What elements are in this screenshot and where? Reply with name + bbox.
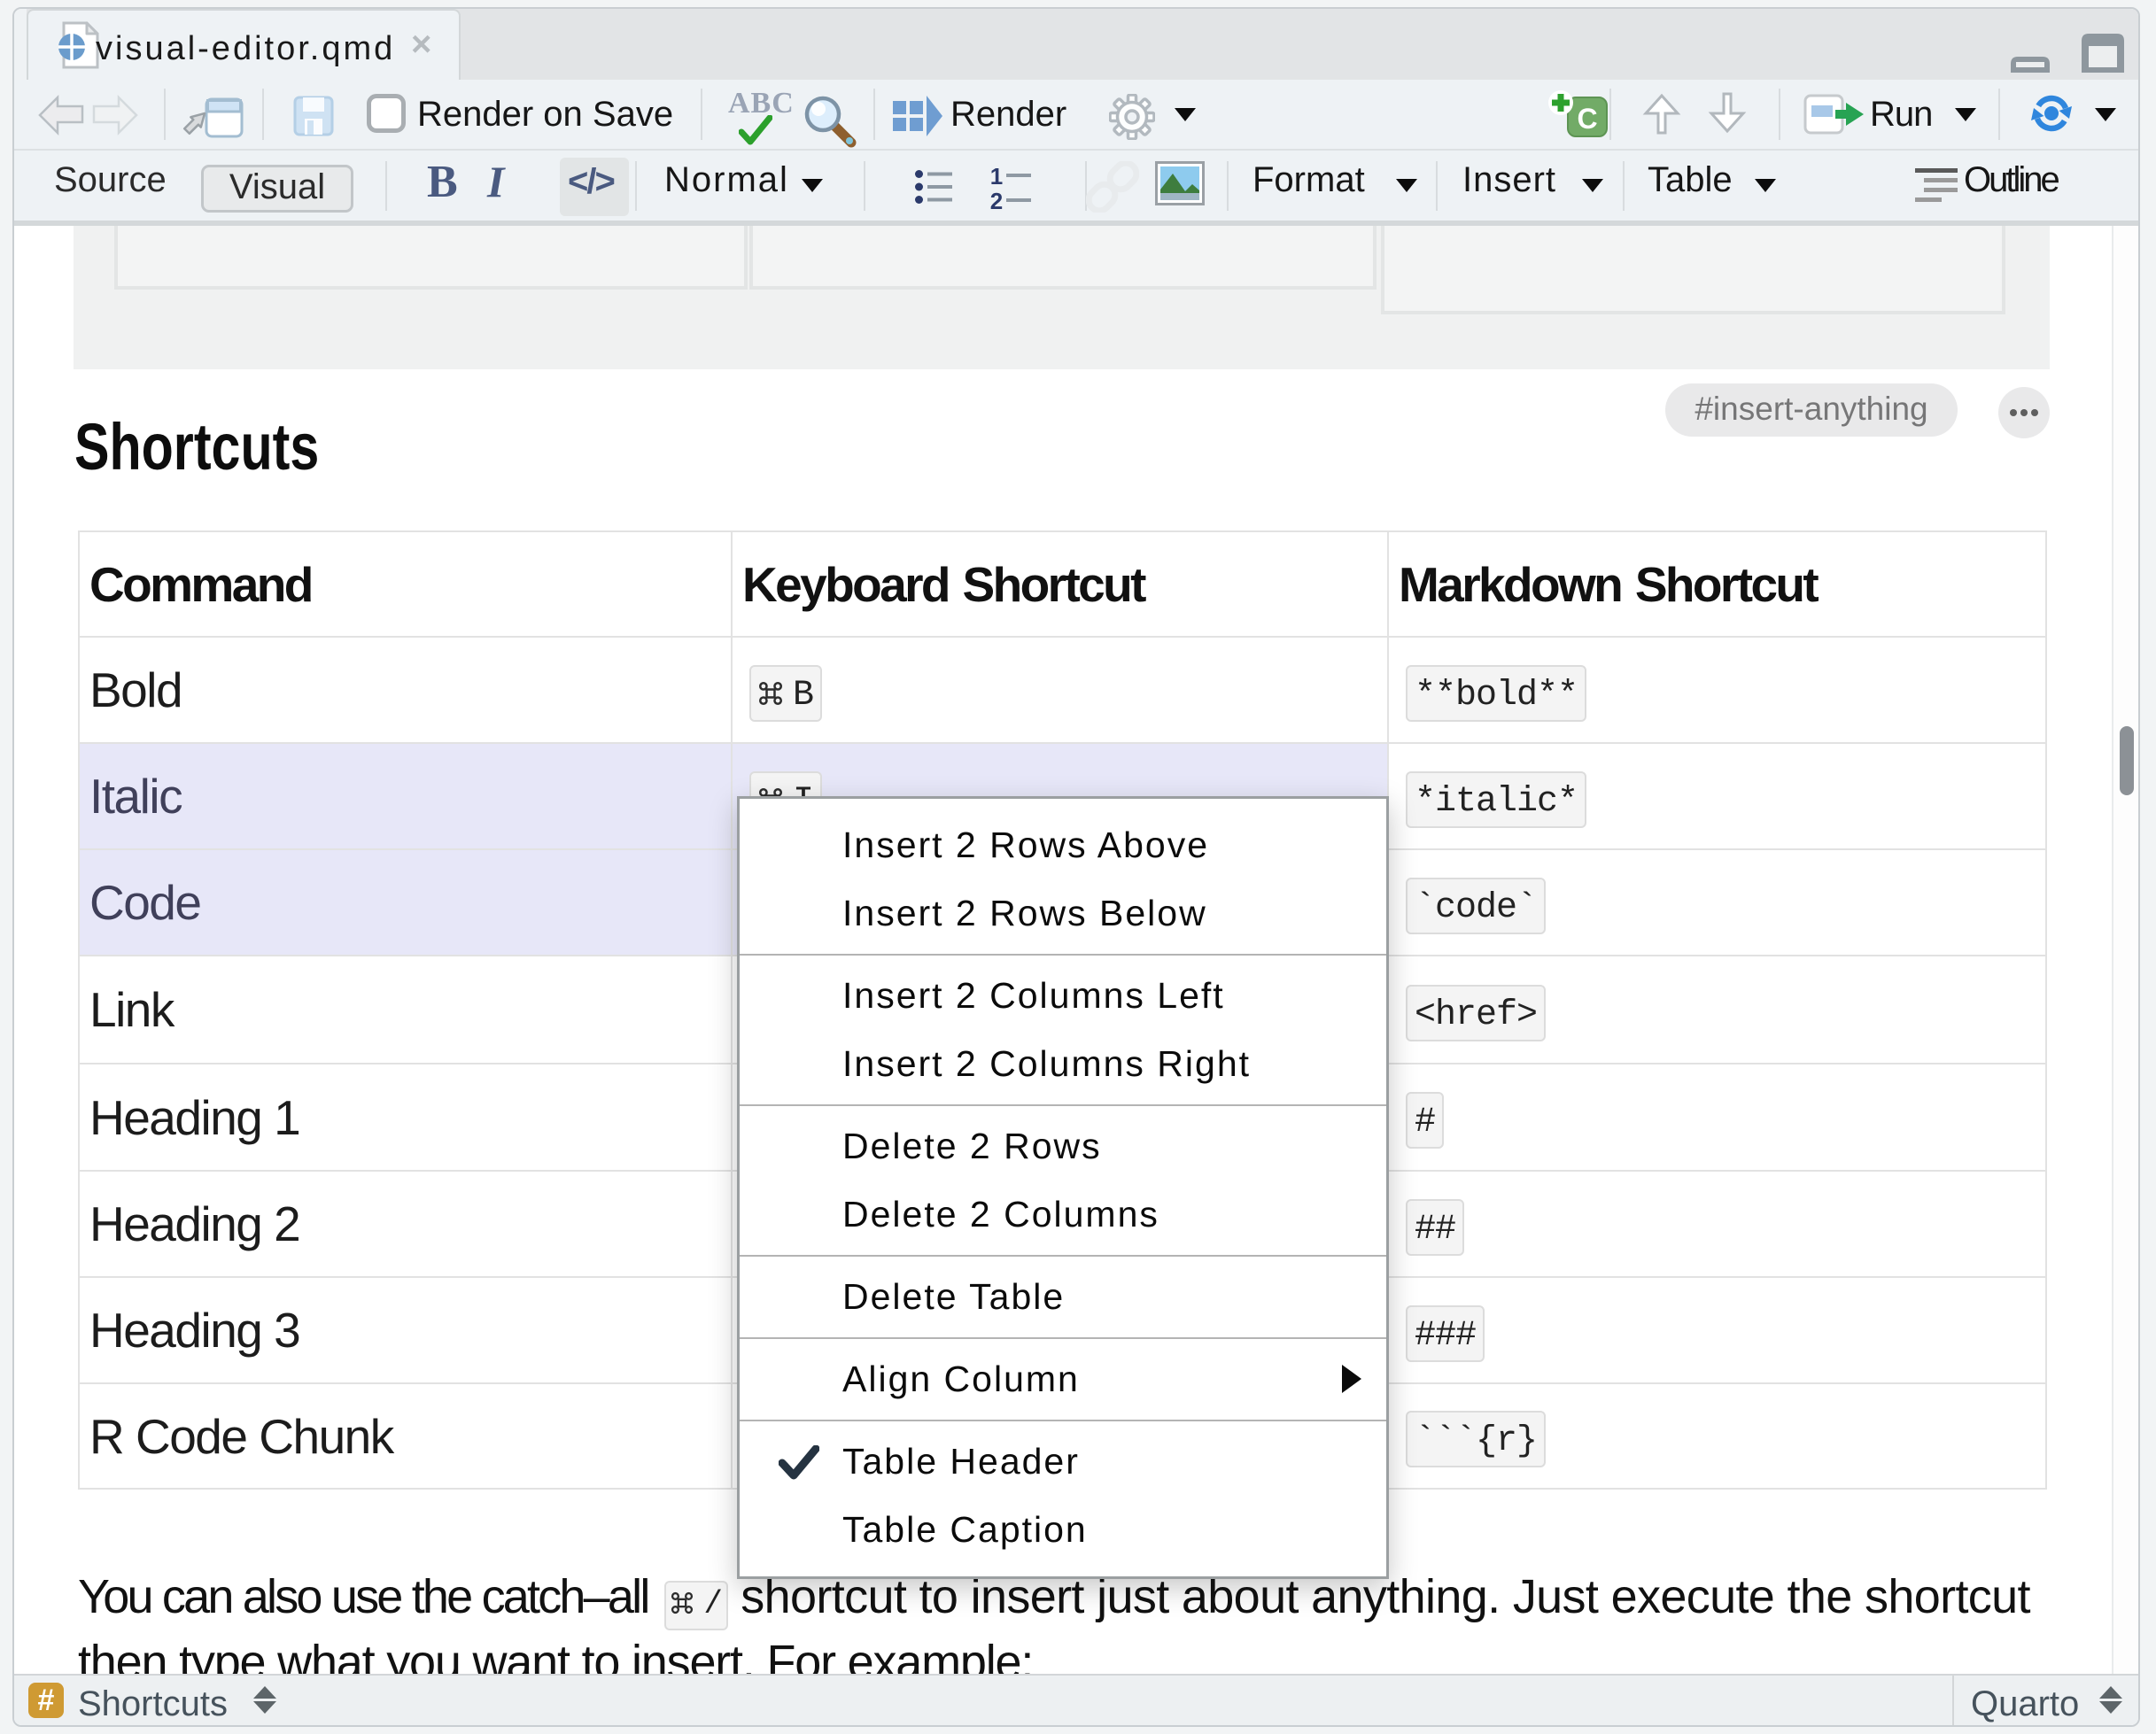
svg-text:1: 1 [990, 165, 1003, 190]
svg-text:C: C [1577, 103, 1597, 135]
svg-text:2: 2 [990, 188, 1003, 211]
